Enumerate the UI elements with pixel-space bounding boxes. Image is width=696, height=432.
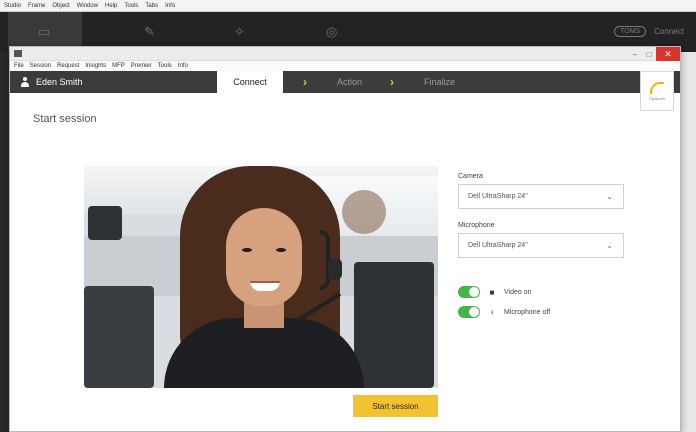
- host-menu-item[interactable]: Object: [52, 3, 69, 9]
- host-menubar: Studio Frame Object Window Help Tools Ta…: [0, 0, 696, 12]
- document-icon[interactable]: ▭: [38, 24, 50, 40]
- app-window: – □ ✕ File Session Request Insights MFP …: [9, 46, 681, 432]
- host-menu-item[interactable]: Frame: [28, 3, 45, 9]
- start-session-button[interactable]: Start session: [353, 395, 438, 417]
- microphone-toggle[interactable]: [458, 306, 480, 318]
- host-menu-item[interactable]: Studio: [4, 3, 21, 9]
- maximize-button[interactable]: □: [642, 47, 656, 61]
- chevron-down-icon: ⌄: [606, 241, 613, 250]
- host-sidebar: [0, 52, 9, 432]
- step-connect[interactable]: Connect: [217, 71, 283, 93]
- camera-select[interactable]: Dell UltraSharp 24" ⌄: [458, 184, 624, 209]
- preview-chair: [354, 262, 434, 388]
- window-titlebar[interactable]: – □ ✕: [10, 47, 680, 61]
- host-menu-item[interactable]: Help: [105, 3, 117, 9]
- preview-person-eye: [242, 248, 252, 252]
- video-toggle-row: ■ Video on: [458, 286, 532, 298]
- step-finalize[interactable]: Finalize: [394, 71, 455, 93]
- check-circle-icon[interactable]: ◎: [326, 24, 337, 40]
- chevron-down-icon: ⌄: [606, 192, 613, 201]
- menu-item-file[interactable]: File: [14, 63, 24, 69]
- brand-logo: Coolcom: [640, 71, 674, 111]
- host-connect-label[interactable]: Connect: [654, 27, 684, 36]
- host-menu-item[interactable]: Window: [77, 3, 98, 9]
- user-name: Eden Smith: [36, 77, 83, 87]
- preview-chair: [84, 286, 154, 388]
- microphone-toggle-row: ♀ Microphone off: [458, 306, 550, 318]
- window-controls: – □ ✕: [628, 47, 680, 61]
- page-title: Start session: [33, 113, 97, 125]
- user-info: Eden Smith: [10, 77, 217, 87]
- preview-person-eye: [276, 248, 286, 252]
- host-menu-item[interactable]: Tabs: [145, 3, 158, 9]
- video-camera-icon: ■: [489, 287, 495, 297]
- host-menu-item[interactable]: Tools: [124, 3, 138, 9]
- preview-background-person: [342, 190, 386, 234]
- menu-item-mfp[interactable]: MFP: [112, 63, 125, 69]
- preview-person-face: [226, 208, 302, 306]
- menu-item-info[interactable]: Info: [178, 63, 188, 69]
- microphone-toggle-label: Microphone off: [504, 308, 551, 316]
- menu-item-session[interactable]: Session: [30, 63, 51, 69]
- video-toggle-label: Video on: [504, 288, 532, 296]
- camera-label: Camera: [458, 173, 483, 180]
- user-icon: [20, 77, 30, 87]
- camera-select-value: Dell UltraSharp 24": [468, 193, 528, 200]
- app-icon: [14, 50, 22, 57]
- menu-item-premier[interactable]: Premier: [131, 63, 152, 69]
- logo-mark-icon: [650, 81, 664, 94]
- app-menubar: File Session Request Insights MFP Premie…: [10, 61, 680, 71]
- microphone-select-value: Dell UltraSharp 24": [468, 242, 528, 249]
- menu-item-tools[interactable]: Tools: [158, 63, 172, 69]
- menu-item-insights[interactable]: Insights: [85, 63, 106, 69]
- sparkle-icon[interactable]: ✧: [234, 24, 245, 40]
- close-button[interactable]: ✕: [656, 47, 680, 61]
- microphone-label: Microphone: [458, 222, 495, 229]
- main-content: Start session Camera Dell UltraSharp 24"…: [10, 93, 680, 431]
- preview-chair: [88, 206, 122, 240]
- microphone-icon: ♀: [489, 307, 495, 317]
- host-menu-item[interactable]: Info: [165, 3, 175, 9]
- pen-icon[interactable]: ✎: [144, 24, 155, 40]
- menu-item-request[interactable]: Request: [57, 63, 79, 69]
- video-toggle[interactable]: [458, 286, 480, 298]
- camera-preview: [84, 166, 438, 388]
- minimize-button[interactable]: –: [628, 47, 642, 61]
- session-navbar: Eden Smith Connect › Action › Finalize C…: [10, 71, 680, 111]
- microphone-select[interactable]: Dell UltraSharp 24" ⌄: [458, 233, 624, 258]
- host-badge[interactable]: TOMS: [614, 26, 647, 37]
- logo-text: Coolcom: [649, 95, 665, 101]
- host-right-area: TOMS Connect: [614, 26, 684, 37]
- headset-earpiece: [328, 258, 342, 280]
- step-action[interactable]: Action: [307, 71, 362, 93]
